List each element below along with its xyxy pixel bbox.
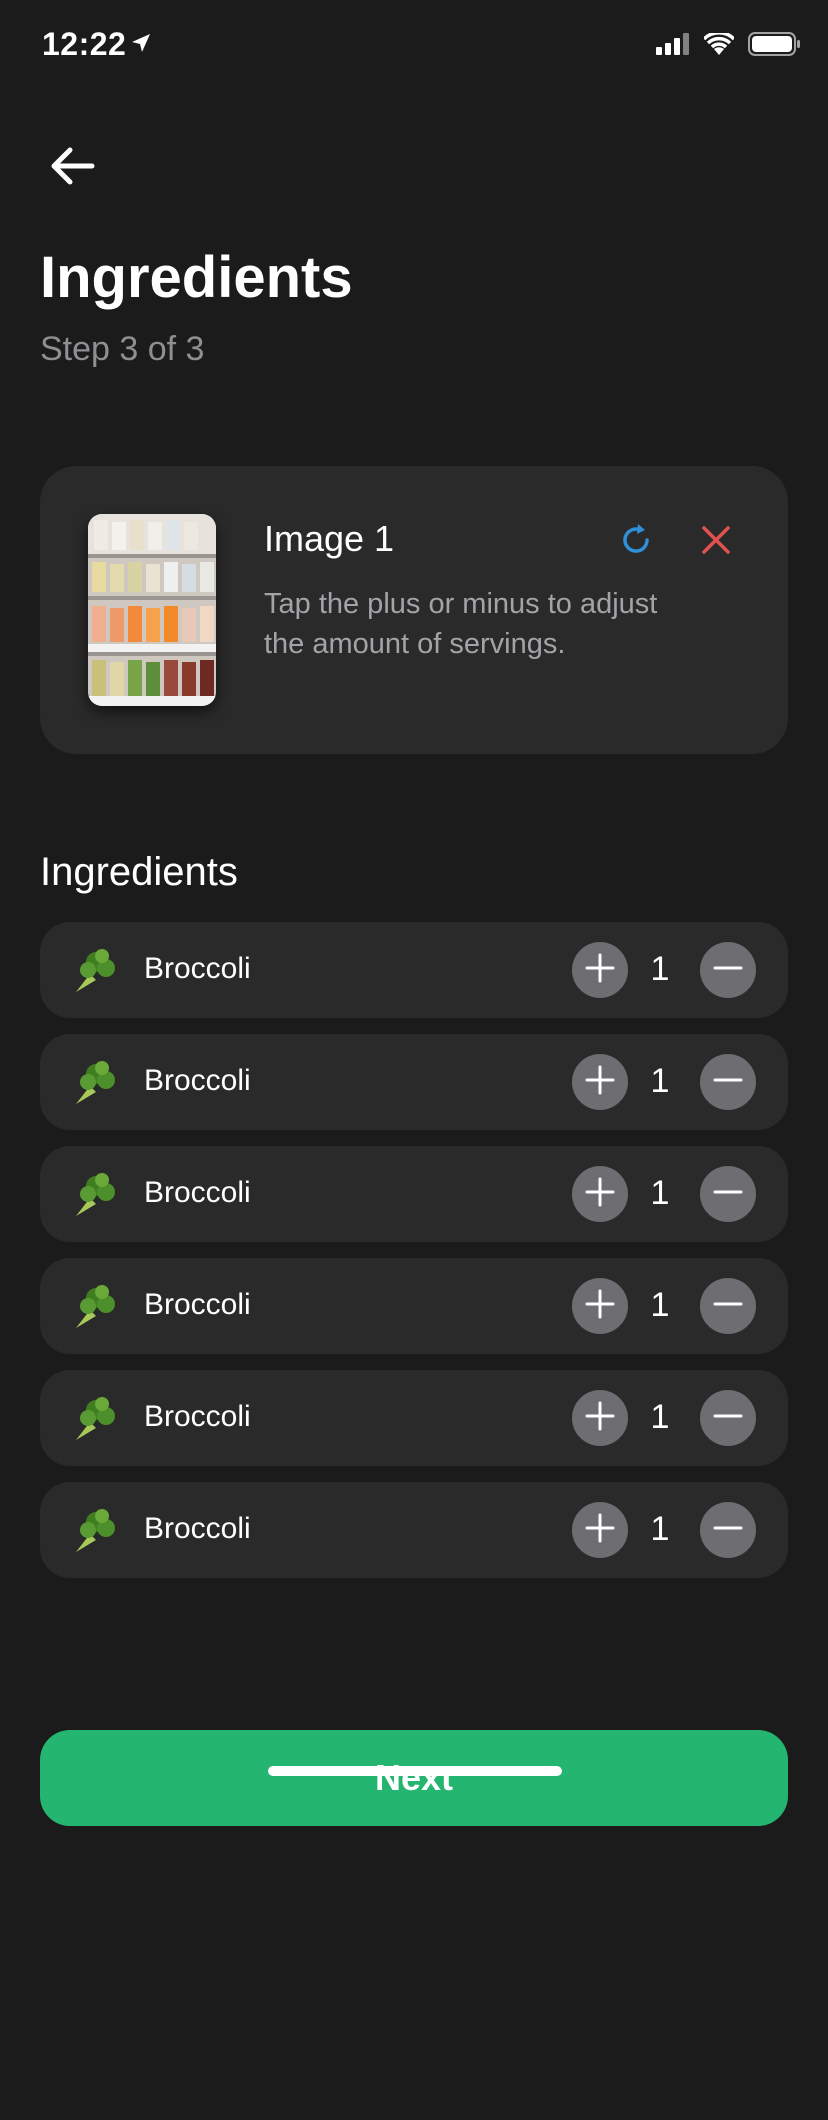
page-title: Ingredients bbox=[40, 245, 353, 310]
refresh-button[interactable] bbox=[612, 518, 660, 566]
plus-icon bbox=[585, 1401, 615, 1436]
plus-icon bbox=[585, 1289, 615, 1324]
broccoli-icon bbox=[68, 1504, 120, 1556]
plus-icon bbox=[585, 953, 615, 988]
quantity-value: 1 bbox=[650, 1398, 670, 1436]
plus-icon bbox=[585, 1513, 615, 1548]
image-thumbnail[interactable] bbox=[88, 514, 216, 706]
image-title: Image 1 bbox=[264, 518, 395, 559]
step-indicator: Step 3 of 3 bbox=[40, 330, 205, 368]
quantity-value: 1 bbox=[650, 950, 670, 988]
ingredients-section-title: Ingredients bbox=[40, 850, 238, 894]
location-arrow-icon bbox=[130, 32, 152, 59]
ingredient-row: Broccoli 1 bbox=[40, 1370, 788, 1466]
minus-icon bbox=[713, 953, 743, 988]
ingredient-row: Broccoli 1 bbox=[40, 1034, 788, 1130]
increase-button[interactable] bbox=[572, 1502, 628, 1558]
decrease-button[interactable] bbox=[700, 1054, 756, 1110]
decrease-button[interactable] bbox=[700, 1502, 756, 1558]
ingredient-name: Broccoli bbox=[144, 1288, 251, 1321]
cellular-signal-icon bbox=[656, 33, 690, 60]
ingredient-name: Broccoli bbox=[144, 1064, 251, 1097]
decrease-button[interactable] bbox=[700, 1278, 756, 1334]
home-indicator bbox=[268, 1766, 562, 1776]
shelf-photo-image bbox=[88, 514, 216, 706]
ingredient-row: Broccoli 1 bbox=[40, 1146, 788, 1242]
status-indicators bbox=[656, 31, 800, 61]
broccoli-icon bbox=[68, 944, 120, 996]
quantity-value: 1 bbox=[650, 1286, 670, 1324]
broccoli-icon bbox=[68, 1280, 120, 1332]
broccoli-icon bbox=[68, 1168, 120, 1220]
increase-button[interactable] bbox=[572, 1390, 628, 1446]
next-button-label: Next bbox=[374, 1757, 454, 1798]
quantity-value: 1 bbox=[650, 1510, 670, 1548]
refresh-icon bbox=[618, 522, 654, 563]
wifi-icon bbox=[702, 31, 736, 60]
plus-icon bbox=[585, 1177, 615, 1212]
quantity-value: 1 bbox=[650, 1062, 670, 1100]
arrow-left-icon bbox=[48, 146, 96, 191]
ingredient-name: Broccoli bbox=[144, 1176, 251, 1209]
ingredient-row: Broccoli 1 bbox=[40, 1482, 788, 1578]
broccoli-icon bbox=[68, 1392, 120, 1444]
status-bar: 12:22 bbox=[0, 0, 828, 90]
minus-icon bbox=[713, 1513, 743, 1548]
plus-icon bbox=[585, 1065, 615, 1100]
minus-icon bbox=[713, 1401, 743, 1436]
status-time: 12:22 bbox=[42, 26, 127, 62]
ingredient-list: Broccoli 1 Broccoli 1 Broccoli 1 Broccol… bbox=[40, 922, 788, 1594]
increase-button[interactable] bbox=[572, 1054, 628, 1110]
minus-icon bbox=[713, 1177, 743, 1212]
remove-image-button[interactable] bbox=[692, 518, 740, 566]
ingredient-name: Broccoli bbox=[144, 1400, 251, 1433]
next-button[interactable]: Next bbox=[40, 1730, 788, 1826]
increase-button[interactable] bbox=[572, 942, 628, 998]
broccoli-icon bbox=[68, 1056, 120, 1108]
increase-button[interactable] bbox=[572, 1278, 628, 1334]
decrease-button[interactable] bbox=[700, 1390, 756, 1446]
quantity-value: 1 bbox=[650, 1174, 670, 1212]
image-card: Image 1 Tap the plus or minus to adjust … bbox=[40, 466, 788, 754]
decrease-button[interactable] bbox=[700, 942, 756, 998]
ingredient-row: Broccoli 1 bbox=[40, 1258, 788, 1354]
battery-icon bbox=[748, 32, 800, 61]
ingredient-row: Broccoli 1 bbox=[40, 922, 788, 1018]
back-button[interactable] bbox=[44, 140, 100, 196]
close-icon bbox=[700, 524, 732, 561]
minus-icon bbox=[713, 1065, 743, 1100]
ingredient-name: Broccoli bbox=[144, 1512, 251, 1545]
ingredient-name: Broccoli bbox=[144, 952, 251, 985]
minus-icon bbox=[713, 1289, 743, 1324]
image-description: Tap the plus or minus to adjust the amou… bbox=[264, 588, 658, 660]
increase-button[interactable] bbox=[572, 1166, 628, 1222]
decrease-button[interactable] bbox=[700, 1166, 756, 1222]
